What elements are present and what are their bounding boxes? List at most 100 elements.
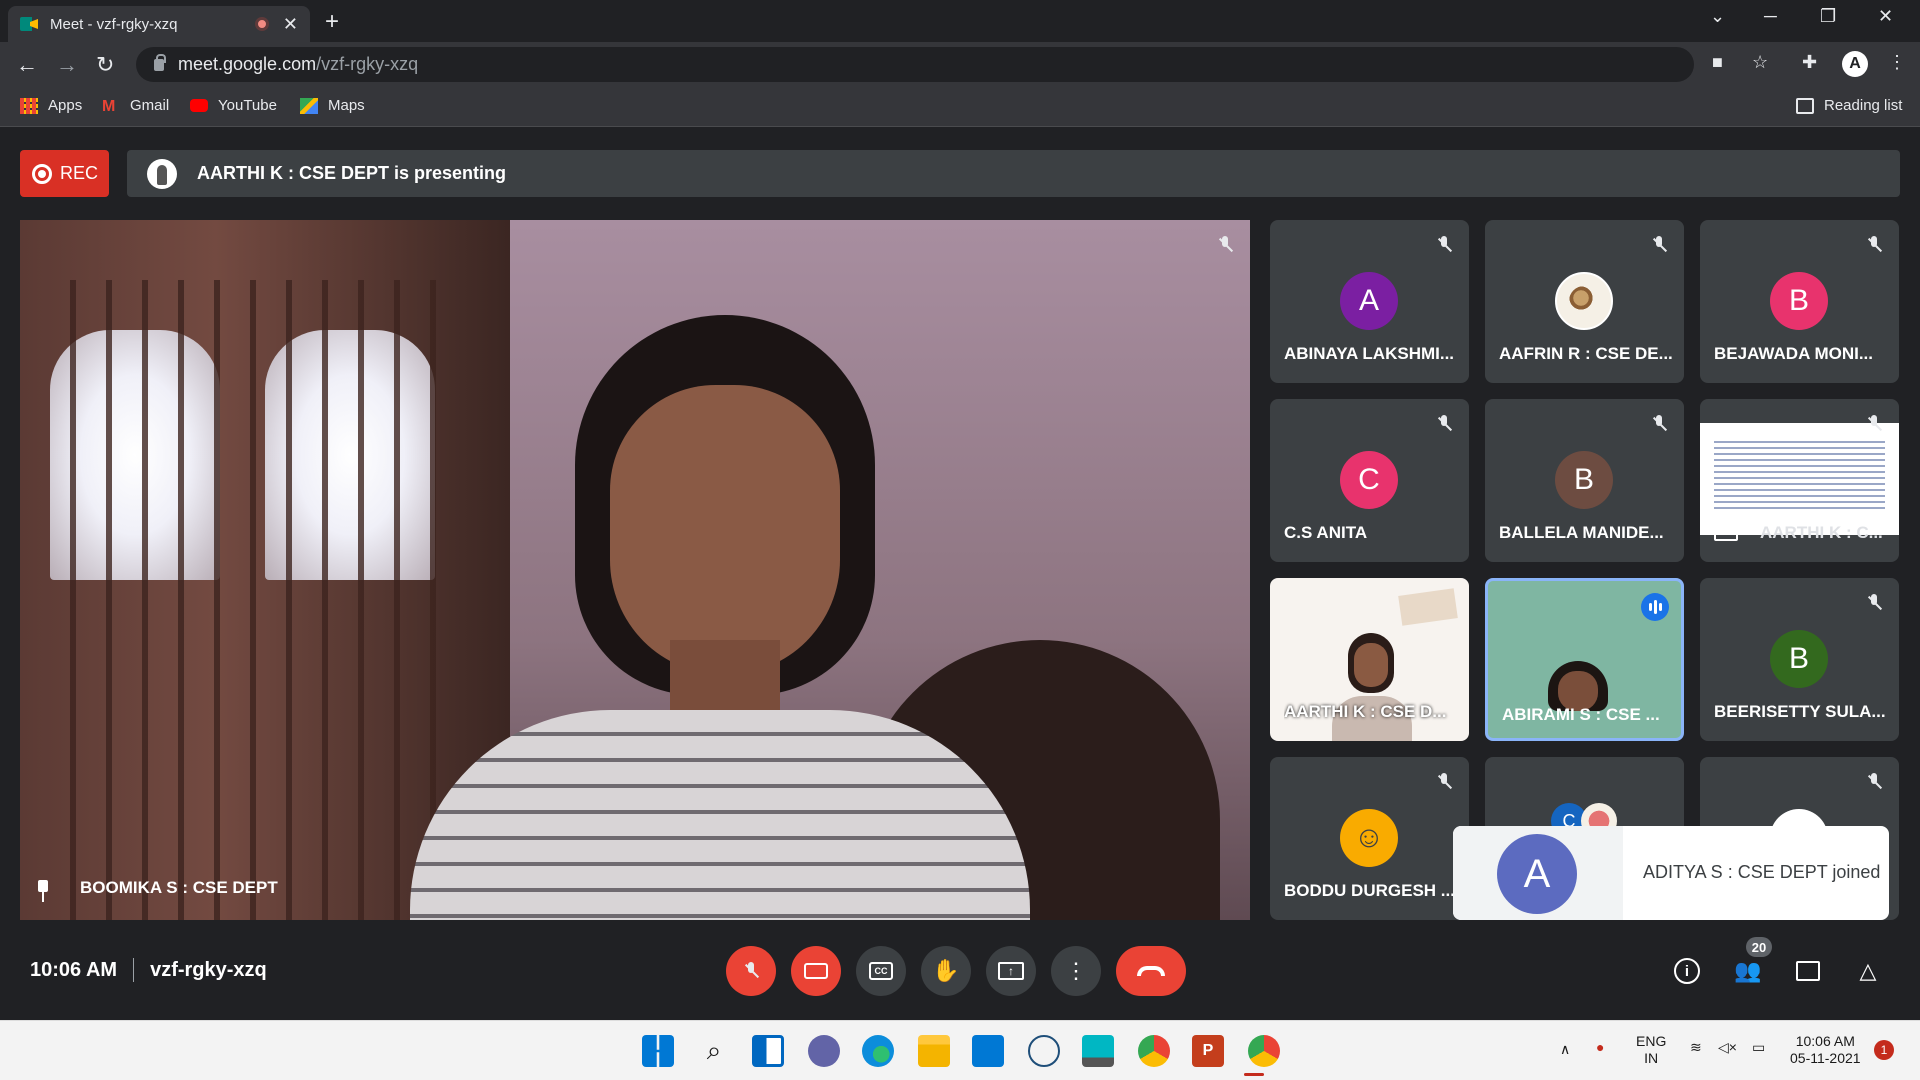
chrome-icon[interactable] <box>1138 1035 1170 1067</box>
url-path: /vzf-rgky-xzq <box>316 54 419 74</box>
presenter-avatar <box>147 158 177 189</box>
present-now-button[interactable]: ↑ <box>986 946 1036 996</box>
participant-video-tile[interactable]: AARTHI K : CSE D... <box>1270 578 1469 741</box>
powerpoint-icon[interactable]: P <box>1192 1035 1224 1067</box>
recording-button[interactable]: REC <box>20 150 109 197</box>
participant-video-person <box>1354 643 1388 687</box>
presentation-icon <box>1714 523 1738 541</box>
participant-name: AARTHI K : C... <box>1760 523 1883 542</box>
mic-off-icon <box>745 962 757 980</box>
end-call-icon <box>1137 966 1165 976</box>
input-language[interactable]: ENG IN <box>1636 1033 1666 1067</box>
maps-icon <box>300 97 318 114</box>
extensions-puzzle-icon[interactable]: ✚ <box>1802 52 1817 73</box>
leave-call-button[interactable] <box>1116 946 1186 996</box>
browser-tab-meet[interactable]: Meet - vzf-rgky-xzq ✕ <box>8 6 310 42</box>
remote-desktop-icon[interactable] <box>1082 1035 1114 1067</box>
mic-off-icon <box>1646 232 1672 258</box>
participants-count-badge: 20 <box>1746 937 1772 957</box>
main-video-tile[interactable]: BOOMIKA S : CSE DEPT <box>20 220 1250 920</box>
participant-name: ABINAYA LAKSHMI... <box>1284 344 1455 363</box>
reading-list-button[interactable]: Reading list <box>1796 97 1902 114</box>
file-explorer-icon[interactable] <box>918 1035 950 1067</box>
camera-in-use-icon[interactable]: ■ <box>1712 52 1723 73</box>
participant-name: BEERISETTY SULA... <box>1714 702 1886 721</box>
tab-search-chevron-icon[interactable]: ⌄ <box>1710 6 1725 27</box>
participant-name: AARTHI K : CSE D... <box>1284 702 1447 721</box>
raise-hand-button[interactable]: ✋ <box>921 946 971 996</box>
camera-off-icon <box>804 963 828 979</box>
mic-off-icon <box>1212 232 1238 258</box>
chrome-profile-icon[interactable] <box>1248 1035 1280 1067</box>
bookmark-gmail[interactable]: M Gmail <box>102 97 169 115</box>
info-icon: i <box>1674 958 1700 984</box>
start-windows-icon[interactable] <box>642 1035 674 1067</box>
volume-muted-icon[interactable]: ◁× <box>1718 1039 1737 1056</box>
forward-arrow-icon[interactable]: → <box>56 52 78 78</box>
participant-tile[interactable]: C C.S ANITA <box>1270 399 1469 562</box>
battery-icon[interactable]: ▭ <box>1752 1039 1765 1056</box>
bookmark-star-icon[interactable]: ☆ <box>1752 52 1768 73</box>
more-options-button[interactable]: ⋮ <box>1051 946 1101 996</box>
bookmark-maps[interactable]: Maps <box>300 97 365 114</box>
clock-date: 05-11-2021 <box>1790 1050 1861 1066</box>
video-background <box>40 280 460 920</box>
bookmark-label: YouTube <box>218 97 277 114</box>
participant-tile[interactable]: B BEERISETTY SULA... <box>1700 578 1899 741</box>
participant-tile[interactable]: ☺ BODDU DURGESH ... <box>1270 757 1469 920</box>
restore-button[interactable]: ❐ <box>1820 6 1836 27</box>
participant-tile[interactable]: B BEJAWADA MONI... <box>1700 220 1899 383</box>
chat-button[interactable] <box>1793 956 1823 986</box>
reload-icon[interactable]: ↻ <box>96 52 114 78</box>
presentation-tile[interactable]: AARTHI K : C... <box>1700 399 1899 562</box>
microphone-toggle-button[interactable] <box>726 946 776 996</box>
bookmark-youtube[interactable]: YouTube <box>190 97 277 114</box>
smiley-avatar-icon: ☺ <box>1340 809 1398 867</box>
meeting-details-button[interactable]: i <box>1672 956 1702 986</box>
mic-off-icon <box>1861 590 1887 616</box>
show-hidden-icons-chevron-icon[interactable]: ∧ <box>1560 1041 1570 1058</box>
url-text: meet.google.com/vzf-rgky-xzq <box>178 54 418 75</box>
address-bar[interactable]: meet.google.com/vzf-rgky-xzq <box>136 47 1694 82</box>
new-tab-button[interactable]: + <box>325 8 339 36</box>
chrome-menu-icon[interactable]: ⋮ <box>1888 52 1906 73</box>
participant-video-tile-speaking[interactable]: ABIRAMI S : CSE ... <box>1485 578 1684 741</box>
participant-tile[interactable]: B BALLELA MANIDE... <box>1485 399 1684 562</box>
minimize-button[interactable]: ─ <box>1764 6 1777 27</box>
bookmarks-bar: Apps M Gmail YouTube Maps Reading list <box>0 87 1920 127</box>
participants-button[interactable]: 👥 <box>1733 956 1763 986</box>
app-icon[interactable] <box>1028 1035 1060 1067</box>
system-clock[interactable]: 10:06 AM 05-11-2021 <box>1790 1033 1861 1067</box>
wifi-icon[interactable]: ≋ <box>1690 1039 1702 1056</box>
chat-icon <box>1796 961 1820 981</box>
pin-icon[interactable] <box>36 880 50 902</box>
search-icon[interactable]: ⌕ <box>698 1035 730 1067</box>
microphone-in-use-icon[interactable]: ● <box>1596 1039 1604 1056</box>
participant-avatar: B <box>1770 630 1828 688</box>
participant-tile[interactable]: AAFRIN R : CSE DE... <box>1485 220 1684 383</box>
close-window-button[interactable]: ✕ <box>1878 6 1893 27</box>
activities-button[interactable]: △ <box>1853 956 1883 986</box>
profile-avatar[interactable]: A <box>1842 51 1868 77</box>
bookmark-apps[interactable]: Apps <box>20 97 82 114</box>
task-view-icon[interactable] <box>752 1035 784 1067</box>
participant-tile[interactable]: A ABINAYA LAKSHMI... <box>1270 220 1469 383</box>
participant-name: BEJAWADA MONI... <box>1714 344 1873 363</box>
edge-browser-icon[interactable] <box>862 1035 894 1067</box>
mic-off-icon <box>1646 411 1672 437</box>
back-arrow-icon[interactable]: ← <box>16 52 38 78</box>
presentation-text-lines <box>1714 441 1885 511</box>
close-tab-icon[interactable]: ✕ <box>283 14 298 35</box>
mail-icon[interactable] <box>972 1035 1004 1067</box>
reading-list-label: Reading list <box>1824 97 1903 114</box>
teams-chat-icon[interactable] <box>808 1035 840 1067</box>
captions-button[interactable]: CC <box>856 946 906 996</box>
presentation-preview <box>1700 423 1899 535</box>
main-speaker-name: BOOMIKA S : CSE DEPT <box>80 878 278 897</box>
participant-photo-avatar <box>1555 272 1613 330</box>
notification-count-badge[interactable]: 1 <box>1874 1040 1894 1060</box>
participant-avatar: B <box>1770 272 1828 330</box>
presenting-banner[interactable]: AARTHI K : CSE DEPT is presenting <box>127 150 1900 197</box>
participant-avatar: B <box>1555 451 1613 509</box>
camera-toggle-button[interactable] <box>791 946 841 996</box>
